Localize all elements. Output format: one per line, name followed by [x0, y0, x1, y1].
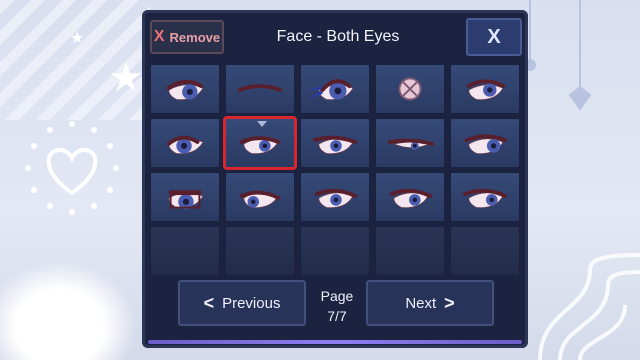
- eye-style-13-icon: [314, 188, 358, 209]
- empty-slot: [375, 226, 445, 276]
- eye-option[interactable]: [375, 172, 445, 222]
- eye-selector-panel: X Remove Face - Both Eyes X < Previous P…: [142, 10, 528, 348]
- eye-style-12-icon: [239, 190, 281, 209]
- page-value: 7/7: [327, 308, 347, 324]
- next-button[interactable]: Next >: [366, 280, 494, 326]
- eye-option[interactable]: [450, 118, 520, 168]
- empty-slot: [450, 226, 520, 276]
- empty-slot: [300, 226, 370, 276]
- empty-slot: [150, 226, 220, 276]
- empty-slot: [225, 226, 295, 276]
- eye-option[interactable]: [223, 116, 297, 170]
- star-icon: ★: [70, 30, 85, 47]
- panel-title: Face - Both Eyes: [276, 28, 400, 45]
- previous-label: Previous: [222, 294, 281, 312]
- eye-style-14-icon: [389, 188, 433, 209]
- eye-option[interactable]: [300, 64, 370, 114]
- remove-label: Remove: [169, 29, 221, 45]
- eye-option[interactable]: [450, 172, 520, 222]
- eye-option[interactable]: [375, 64, 445, 114]
- close-icon: X: [487, 25, 501, 48]
- eye-option[interactable]: [300, 172, 370, 222]
- eye-style-5-icon: [466, 79, 506, 101]
- star-icon: ★: [108, 56, 144, 100]
- eye-options-grid: [150, 64, 520, 276]
- eye-option[interactable]: [150, 64, 220, 114]
- chevron-left-icon: <: [203, 292, 215, 313]
- eye-option[interactable]: [225, 64, 295, 114]
- wave-decoration: [538, 253, 640, 360]
- remove-x-icon: X: [153, 28, 165, 45]
- remove-button[interactable]: X Remove: [150, 20, 224, 54]
- cloud-decoration: [0, 250, 150, 360]
- next-label: Next: [405, 294, 437, 312]
- hanging-decoration: [524, 0, 592, 111]
- eye-style-11-icon: [168, 190, 204, 210]
- eye-option[interactable]: [375, 118, 445, 168]
- page-indicator: Page 7/7: [312, 286, 362, 326]
- panel-accent-bar: [148, 340, 522, 344]
- eye-option[interactable]: [150, 118, 220, 168]
- eye-option[interactable]: [150, 172, 220, 222]
- eye-style-9-icon: [387, 138, 434, 150]
- eye-style-8-icon: [312, 135, 358, 155]
- eye-style-3-icon: [307, 79, 354, 101]
- eye-option[interactable]: [225, 172, 295, 222]
- eye-style-6-icon: [166, 135, 204, 155]
- chevron-right-icon: >: [444, 292, 455, 313]
- eye-option[interactable]: [300, 118, 370, 168]
- eye-option[interactable]: [450, 64, 520, 114]
- heart-icon: [25, 121, 119, 215]
- selected-indicator-icon: [257, 121, 267, 127]
- pagination-bar: < Previous Page 7/7 Next >: [142, 278, 528, 332]
- eye-style-2-icon: [237, 84, 283, 92]
- page-label: Page: [320, 288, 354, 304]
- previous-button[interactable]: < Previous: [178, 280, 306, 326]
- eye-style-1-icon: [166, 79, 204, 101]
- eye-style-4-crossed-icon: [398, 77, 422, 101]
- eye-style-10-icon: [464, 134, 508, 155]
- close-button[interactable]: X: [466, 18, 522, 56]
- panel-header: X Remove Face - Both Eyes X: [142, 10, 528, 66]
- eye-style-15-icon: [462, 188, 508, 209]
